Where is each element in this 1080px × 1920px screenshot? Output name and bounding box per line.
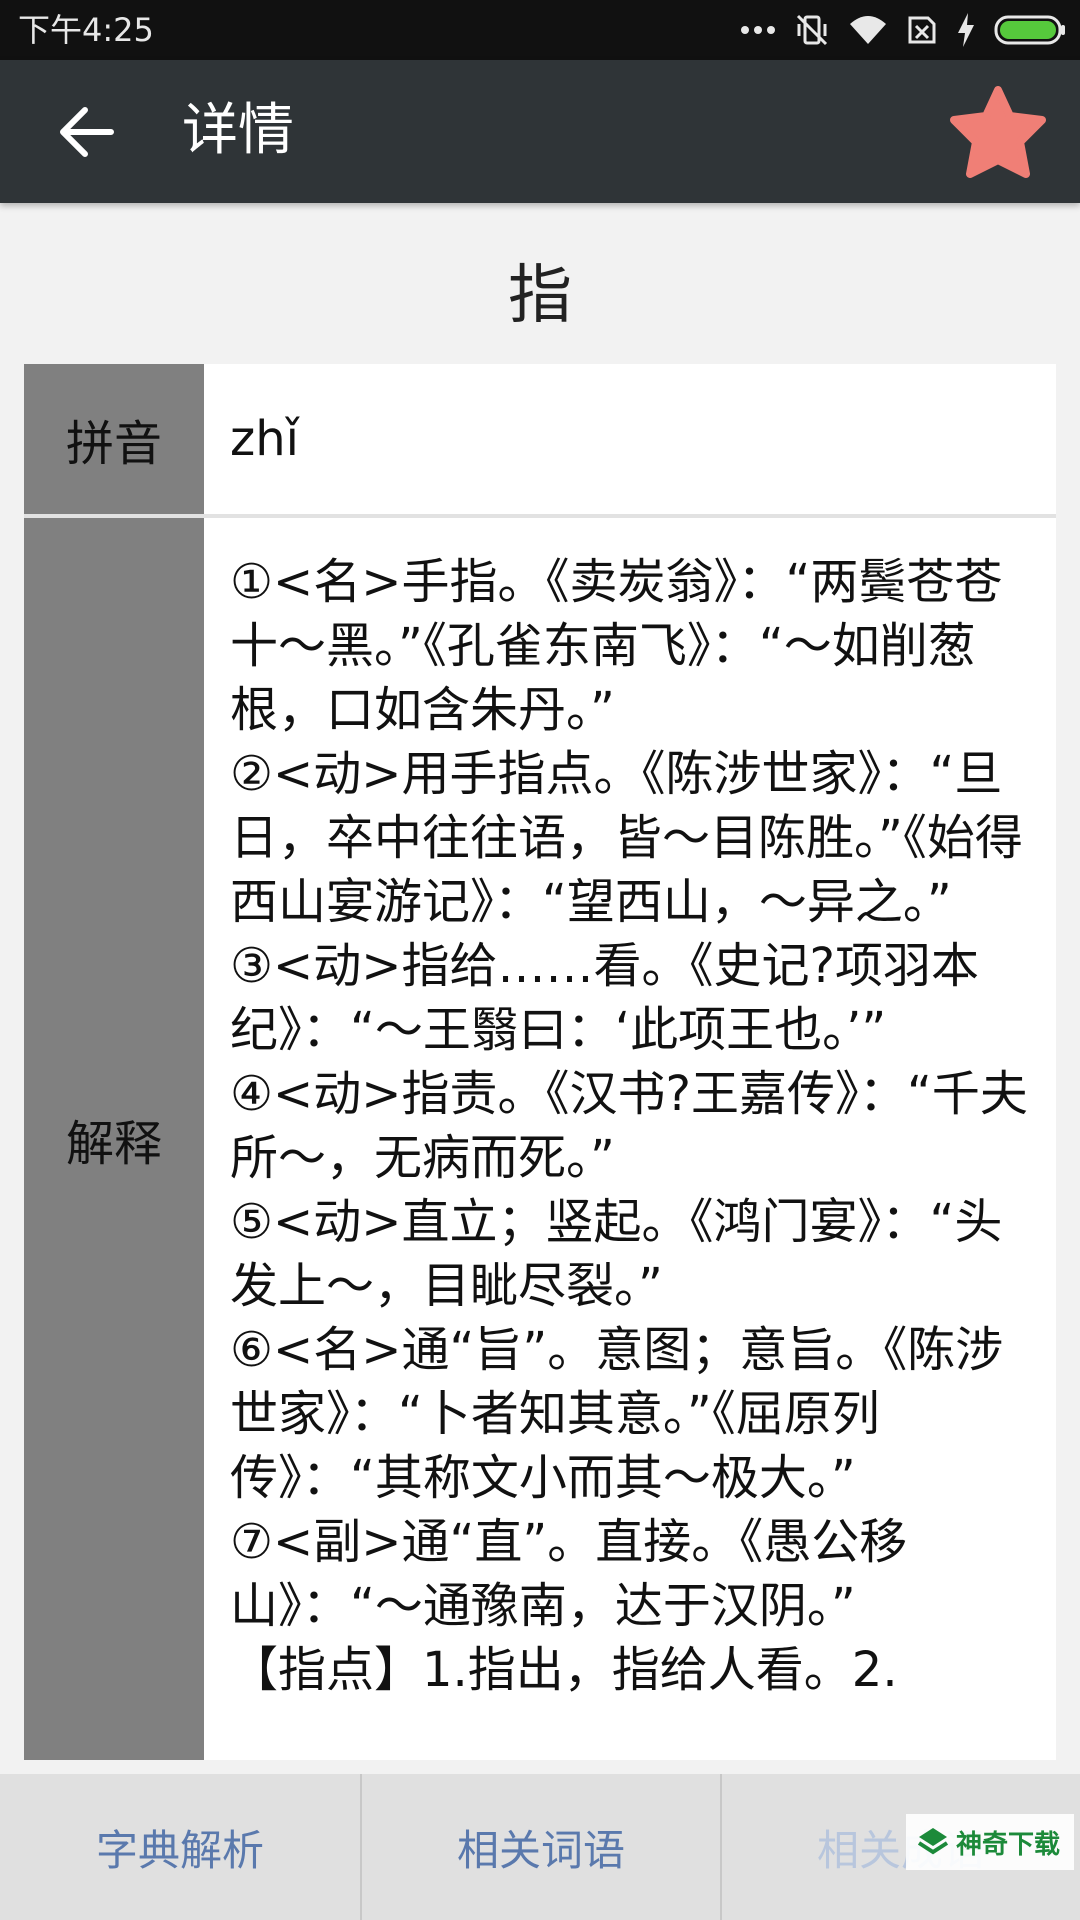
watermark: 神奇下载 [906,1814,1075,1870]
watermark-logo-icon [917,1828,949,1855]
back-arrow-icon [60,107,114,157]
pinyin-value: zhǐ [204,364,1056,514]
more-dots-icon [741,26,775,34]
back-button[interactable] [40,90,130,174]
status-bar: 下午4:25 [0,0,1080,60]
explanation-label: 解释 [24,518,204,1760]
explanation-panel[interactable]: ①<名>手指。《卖炭翁》：“两鬓苍苍十～黑。”《孔雀东南飞》：“～如削葱根，口如… [204,518,1056,1760]
page-title: 详情 [182,98,294,163]
detail-table: 拼音 zhǐ 解释 ①<名>手指。《卖炭翁》：“两鬓苍苍十～黑。”《孔雀东南飞》… [24,364,1056,1760]
app-bar: 详情 [0,60,1080,203]
battery-icon [994,15,1065,45]
watermark-text: 神奇下载 [956,1829,1061,1860]
status-time: 下午4:25 [18,11,154,49]
vibrate-off-icon [796,14,828,46]
favorite-button[interactable] [950,86,1046,178]
tab-dictionary-analysis[interactable]: 字典解析 [0,1774,360,1920]
explanation-text: ①<名>手指。《卖炭翁》：“两鬓苍苍十～黑。”《孔雀东南飞》：“～如削葱根，口如… [230,554,1028,1698]
status-icons [740,10,1066,50]
star-icon [950,86,1046,178]
charging-bolt-icon [958,13,974,47]
wifi-icon [850,16,886,44]
no-sim-icon [908,16,936,44]
character-heading: 指 [508,259,572,333]
tab-related-words[interactable]: 相关词语 [360,1774,720,1920]
pinyin-label: 拼音 [24,364,204,514]
